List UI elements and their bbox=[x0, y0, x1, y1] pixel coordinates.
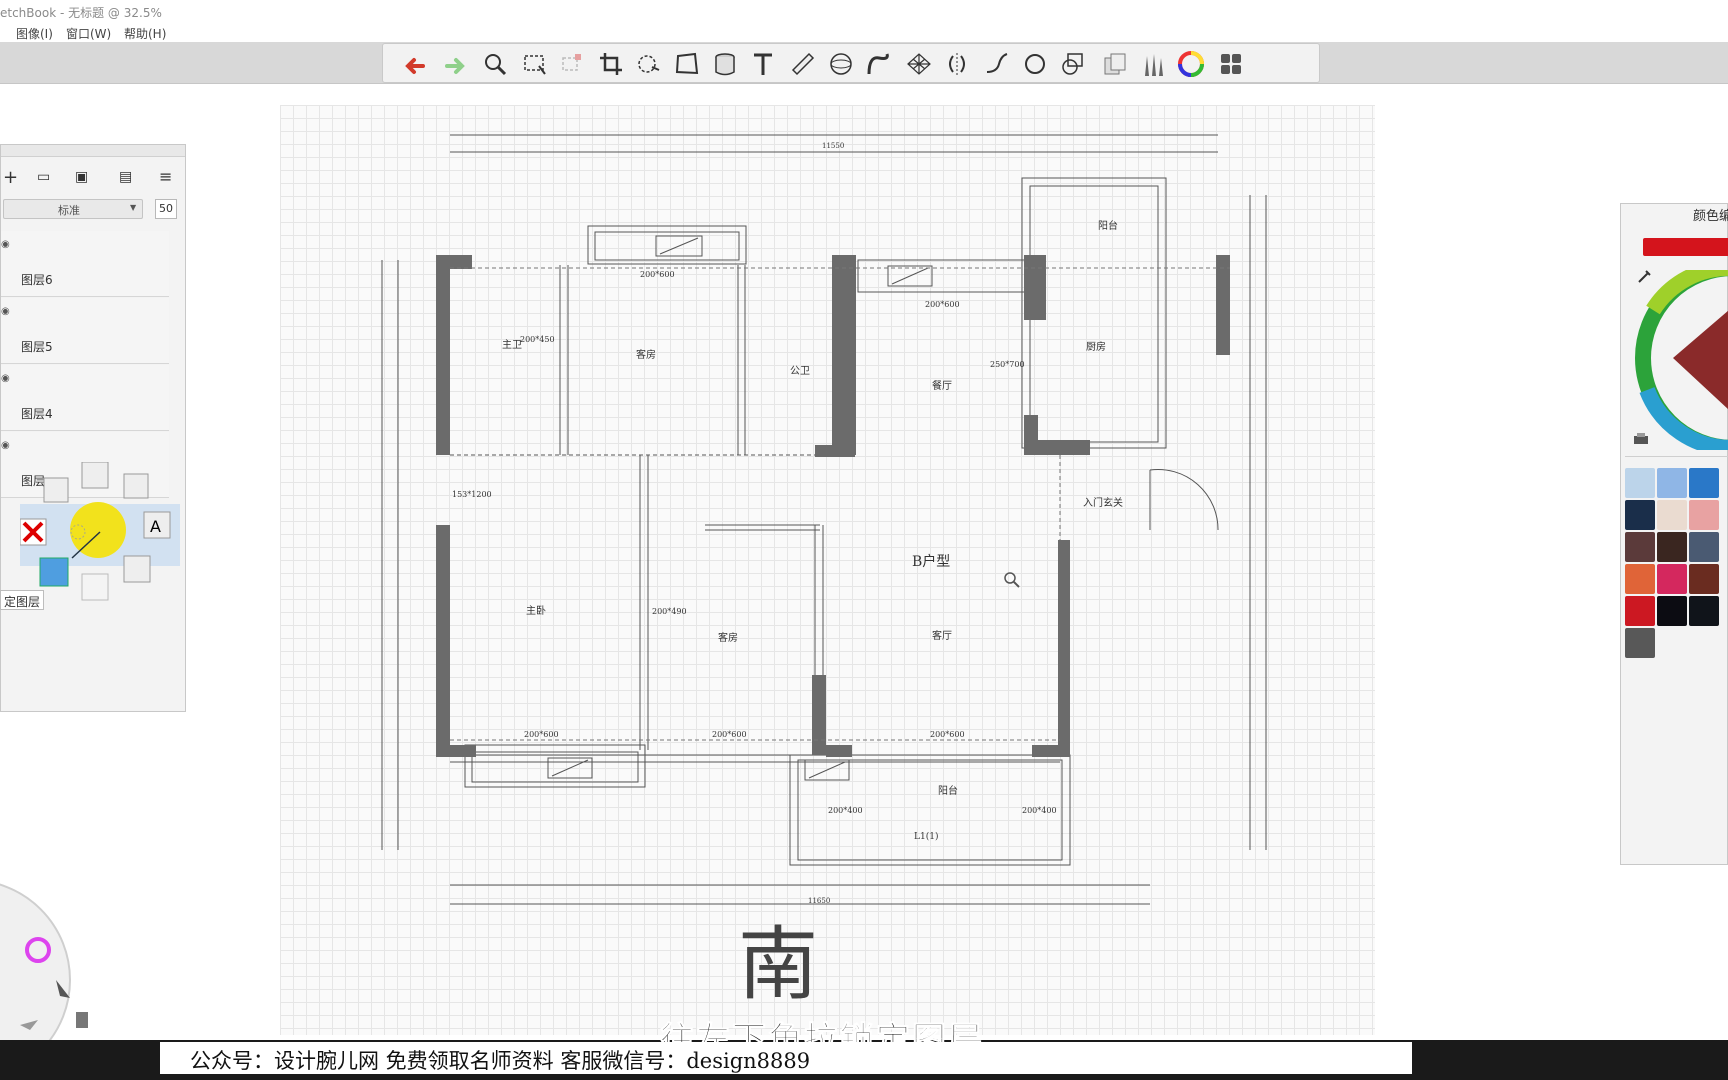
color-swatch[interactable] bbox=[1657, 596, 1687, 626]
color-editor-panel: 颜色编 bbox=[1620, 203, 1728, 865]
visibility-eye-icon[interactable]: ◉ bbox=[1, 306, 10, 317]
layer-panel-tools: + ▭ ▣ ▤ ≡ bbox=[1, 165, 187, 195]
floor-plan bbox=[381, 134, 1267, 905]
layer-panel: + ▭ ▣ ▤ ≡ 标准 ▼ 50 ◉ 图层6 ◉ 图层5 ◉ 图层4 ◉ 图层 bbox=[0, 144, 186, 712]
blend-mode-value: 标准 bbox=[58, 204, 80, 217]
color-swatch[interactable] bbox=[1657, 564, 1687, 594]
brand-text: 公众号：设计腕儿网 免费领取名师资料 客服微信号：design8889 bbox=[190, 1049, 811, 1073]
layer-row[interactable]: ◉ 图层5 bbox=[1, 298, 169, 364]
layer-row[interactable]: ◉ 图层6 bbox=[1, 231, 169, 297]
video-subtitle: 往左下角拉锁定图层 bbox=[660, 1020, 984, 1043]
svg-text:A: A bbox=[150, 517, 161, 536]
divider bbox=[1625, 456, 1728, 457]
orientation-label: 南 bbox=[738, 918, 818, 1011]
layer-name: 图层5 bbox=[21, 340, 53, 354]
color-swatch[interactable] bbox=[1625, 500, 1655, 530]
color-swatch[interactable] bbox=[1625, 468, 1655, 498]
folder-icon[interactable]: ▭ bbox=[37, 169, 50, 185]
color-panel-title: 颜色编 bbox=[1693, 209, 1728, 224]
layer-panel-header[interactable] bbox=[1, 145, 185, 157]
lock-layer-tooltip: 定图层 bbox=[0, 590, 45, 610]
zoom-cursor-icon bbox=[1004, 572, 1020, 588]
color-swatch[interactable] bbox=[1625, 532, 1655, 562]
color-swatch[interactable] bbox=[1625, 564, 1655, 594]
color-swatch[interactable] bbox=[1689, 468, 1719, 498]
layer-menu-icon[interactable]: ≡ bbox=[159, 167, 172, 186]
color-swatch[interactable] bbox=[1689, 564, 1719, 594]
opacity-field[interactable]: 50 bbox=[155, 199, 177, 219]
color-swatch[interactable] bbox=[1625, 596, 1655, 626]
image-layer-icon[interactable]: ▣ bbox=[75, 169, 88, 185]
layer-name: 图层4 bbox=[21, 407, 53, 421]
merge-icon[interactable]: ▤ bbox=[119, 169, 132, 185]
blend-mode-select[interactable]: 标准 ▼ bbox=[3, 199, 143, 219]
add-layer-icon[interactable]: + bbox=[3, 167, 18, 188]
color-swatch[interactable] bbox=[1689, 500, 1719, 530]
color-swatch[interactable] bbox=[1689, 596, 1719, 626]
layer-row[interactable]: ◉ 图层4 bbox=[1, 365, 169, 431]
chevron-down-icon: ▼ bbox=[130, 203, 137, 212]
visibility-eye-icon[interactable]: ◉ bbox=[1, 440, 10, 451]
visibility-eye-icon[interactable]: ◉ bbox=[1, 373, 10, 384]
current-color-swatch[interactable] bbox=[1643, 238, 1728, 256]
printer-icon[interactable] bbox=[1631, 430, 1651, 450]
visibility-eye-icon[interactable]: ◉ bbox=[1, 239, 10, 250]
color-swatch[interactable] bbox=[1689, 532, 1719, 562]
color-wheel[interactable] bbox=[1633, 270, 1728, 450]
color-swatch[interactable] bbox=[1625, 628, 1655, 658]
lagoon-puck[interactable] bbox=[0, 870, 110, 1040]
color-swatch[interactable] bbox=[1657, 500, 1687, 530]
layer-name: 图层6 bbox=[21, 273, 53, 287]
color-swatch[interactable] bbox=[1657, 532, 1687, 562]
color-swatch[interactable] bbox=[1657, 468, 1687, 498]
